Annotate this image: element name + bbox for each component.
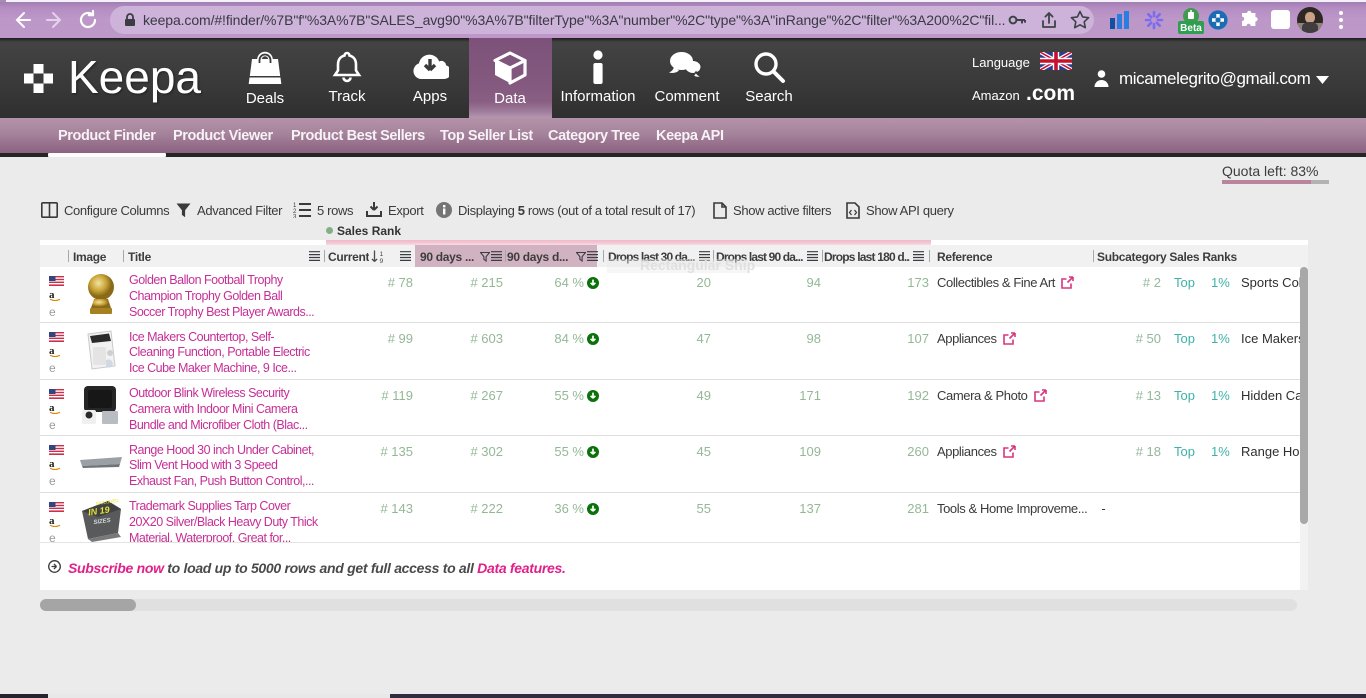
svg-text:a: a: [49, 515, 55, 527]
svg-text:Beta: Beta: [1180, 23, 1202, 34]
svg-text:a: a: [49, 402, 55, 414]
svg-text:e: e: [49, 474, 56, 486]
svg-text:e: e: [49, 305, 56, 317]
svg-text:e: e: [49, 418, 56, 430]
svg-text:9: 9: [380, 258, 384, 263]
svg-text:a: a: [49, 289, 55, 301]
svg-text:1: 1: [380, 251, 384, 258]
svg-text:a: a: [49, 458, 55, 470]
svg-text:a: a: [49, 345, 55, 357]
svg-text:e: e: [49, 361, 56, 373]
svg-text:e: e: [49, 531, 56, 543]
svg-text:3: 3: [293, 215, 297, 219]
